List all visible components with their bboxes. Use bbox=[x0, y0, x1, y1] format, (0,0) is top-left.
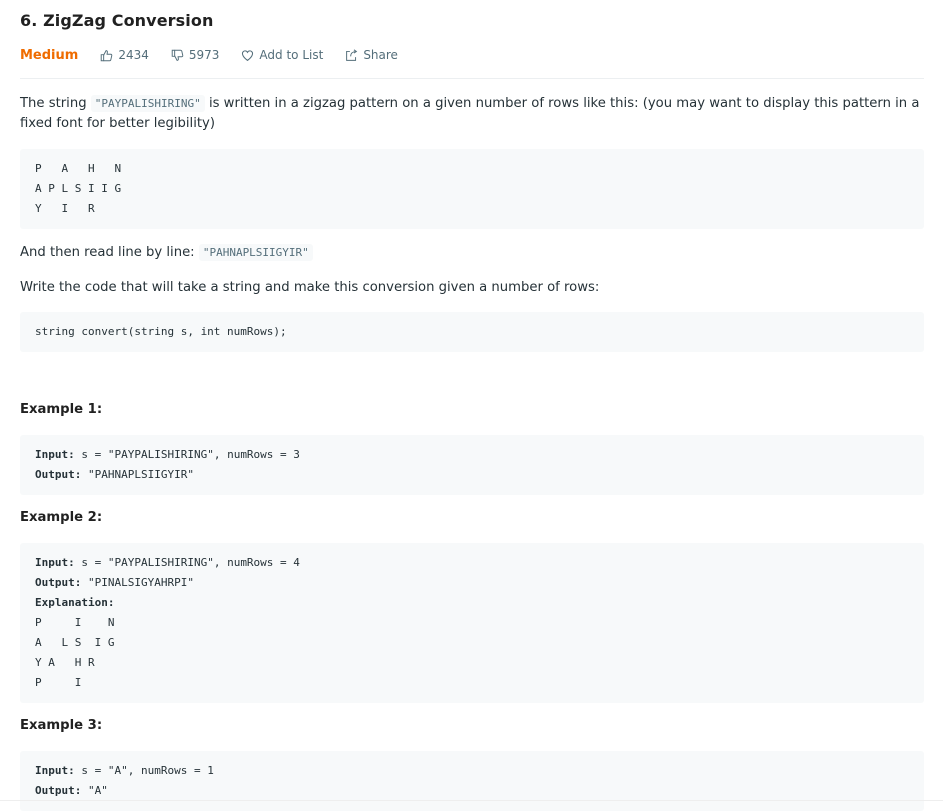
add-to-list-button[interactable]: Add to List bbox=[241, 48, 323, 62]
input-label: Input: bbox=[35, 556, 75, 569]
example-explanation-line: Explanation: bbox=[35, 593, 909, 613]
explanation-pattern-line: A L S I G bbox=[35, 636, 115, 649]
difficulty-badge: Medium bbox=[20, 47, 79, 63]
explanation-pattern-line: Y A H R bbox=[35, 656, 95, 669]
heart-icon bbox=[242, 49, 254, 61]
zigzag-pattern-block: P A H N A P L S I I G Y I R bbox=[20, 149, 924, 229]
example-input-line: Input: s = "PAYPALISHIRING", numRows = 4 bbox=[35, 553, 909, 573]
function-signature-block: string convert(string s, int numRows); bbox=[20, 312, 924, 352]
share-icon bbox=[346, 48, 358, 61]
read-line-paragraph: And then read line by line: "PAHNAPLSIIG… bbox=[20, 243, 313, 263]
thumbs-up-icon bbox=[101, 49, 113, 61]
header-divider bbox=[20, 78, 924, 79]
example-input-line: Input: s = "A", numRows = 1 bbox=[35, 761, 909, 781]
dislike-count: 5973 bbox=[188, 48, 220, 62]
example-1-heading: Example 1: bbox=[20, 402, 103, 417]
dislike-button[interactable]: 5973 bbox=[171, 48, 220, 62]
input-value: s = "PAYPALISHIRING", numRows = 3 bbox=[74, 448, 300, 461]
example-output-line: Output: "PINALSIGYAHRPI" bbox=[35, 573, 909, 593]
input-value: s = "PAYPALISHIRING", numRows = 4 bbox=[74, 556, 300, 569]
output-label: Output: bbox=[35, 468, 82, 481]
read-line-text: And then read line by line: bbox=[20, 245, 199, 260]
share-label: Share bbox=[363, 48, 398, 62]
example-output-line: Output: "PAHNAPLSIIGYIR" bbox=[35, 465, 909, 485]
bottom-divider bbox=[0, 800, 943, 801]
input-value: s = "A", numRows = 1 bbox=[74, 764, 214, 777]
output-value: "A" bbox=[81, 784, 108, 797]
like-count: 2434 bbox=[118, 48, 149, 62]
example-2-heading: Example 2: bbox=[20, 510, 103, 525]
intro-inline-code: "PAYPALISHIRING" bbox=[90, 95, 205, 112]
function-signature: string convert(string s, int numRows); bbox=[35, 325, 287, 338]
output-value: "PAHNAPLSIIGYIR" bbox=[81, 468, 194, 481]
example-3-heading: Example 3: bbox=[20, 718, 103, 733]
explanation-pattern-line: P I bbox=[35, 676, 82, 689]
pattern-line: P A H N bbox=[35, 162, 122, 175]
problem-meta-bar: Medium 2434 5973 Add to List Share bbox=[20, 45, 420, 65]
output-value: "PINALSIGYAHRPI" bbox=[81, 576, 194, 589]
example-2-block: Input: s = "PAYPALISHIRING", numRows = 4… bbox=[20, 543, 924, 703]
write-code-paragraph: Write the code that will take a string a… bbox=[20, 280, 600, 295]
add-to-list-label: Add to List bbox=[259, 48, 324, 62]
intro-text-before: The string bbox=[20, 96, 91, 111]
example-input-line: Input: s = "PAYPALISHIRING", numRows = 3 bbox=[35, 445, 909, 465]
read-line-inline-code: "PAHNAPLSIIGYIR" bbox=[198, 244, 313, 261]
example-1-block: Input: s = "PAYPALISHIRING", numRows = 3… bbox=[20, 435, 924, 495]
intro-paragraph: The string "PAYPALISHIRING" is written i… bbox=[20, 94, 924, 134]
pattern-line: A P L S I I G bbox=[35, 182, 122, 195]
problem-title: 6. ZigZag Conversion bbox=[20, 11, 214, 30]
example-3-block: Input: s = "A", numRows = 1 Output: "A" bbox=[20, 751, 924, 811]
example-output-line: Output: "A" bbox=[35, 781, 909, 801]
explanation-pattern-line: P I N bbox=[35, 616, 115, 629]
explanation-label: Explanation: bbox=[35, 596, 115, 609]
input-label: Input: bbox=[35, 764, 75, 777]
output-label: Output: bbox=[35, 576, 82, 589]
input-label: Input: bbox=[35, 448, 75, 461]
share-button[interactable]: Share bbox=[345, 48, 398, 62]
like-button[interactable]: 2434 bbox=[100, 48, 149, 62]
output-label: Output: bbox=[35, 784, 82, 797]
pattern-line: Y I R bbox=[35, 202, 95, 215]
thumbs-down-icon bbox=[171, 49, 184, 61]
